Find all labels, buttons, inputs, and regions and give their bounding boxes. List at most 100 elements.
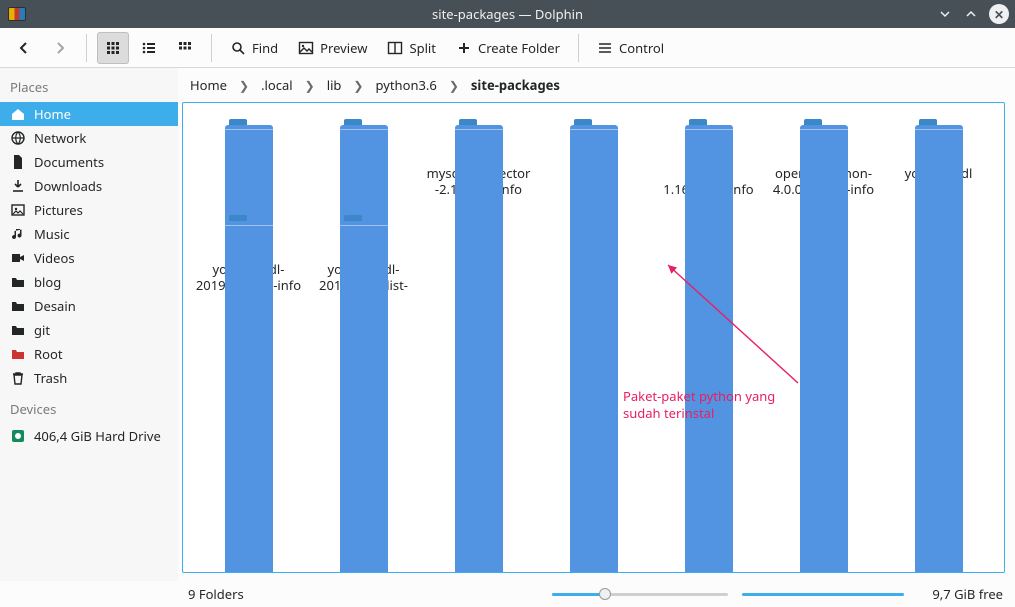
sidebar: Places Home Network Documents Downloads Pict…: [0, 68, 178, 581]
download-icon: [10, 178, 26, 194]
main-area: Home❯.local❯lib❯python3.6❯site-packages …: [178, 68, 1015, 581]
maximize-button[interactable]: [963, 6, 979, 22]
icons-view-button[interactable]: [97, 32, 129, 64]
sidebar-item-trash[interactable]: Trash: [0, 366, 178, 390]
folder-item[interactable]: opencv_python-4.0.0.21.dist-info: [766, 115, 881, 205]
sidebar-item-documents[interactable]: Documents: [0, 150, 178, 174]
home-icon: [10, 106, 26, 122]
video-icon: [10, 250, 26, 266]
chevron-right-icon: ❯: [305, 77, 315, 94]
folder-item[interactable]: cv2: [191, 115, 306, 205]
root-icon: [10, 346, 26, 362]
picture-icon: [10, 202, 26, 218]
split-icon: [387, 40, 403, 56]
sidebar-item-hdd[interactable]: 406,4 GiB Hard Drive: [0, 424, 178, 448]
disk-icon: [10, 428, 26, 444]
folder-item[interactable]: youtube_dl: [881, 115, 996, 205]
network-icon: [10, 130, 26, 146]
split-button[interactable]: Split: [379, 32, 444, 64]
chevron-right-icon: ❯: [239, 77, 249, 94]
folder-icon: [10, 274, 26, 290]
places-header: Places: [0, 74, 178, 102]
find-button[interactable]: Find: [222, 32, 286, 64]
sidebar-item-music[interactable]: Music: [0, 222, 178, 246]
breadcrumb: Home❯.local❯lib❯python3.6❯site-packages: [182, 68, 1005, 102]
file-pane[interactable]: cv2mysqlmysql_connector-2.1.6.dist-infon…: [182, 102, 1005, 573]
control-menu-button[interactable]: Control: [589, 32, 672, 64]
annotation-line1: Paket-paket python yang: [623, 388, 775, 405]
sidebar-item-label: Documents: [34, 153, 104, 171]
sidebar-item-desain[interactable]: Desain: [0, 294, 178, 318]
back-button[interactable]: [8, 32, 40, 64]
folder-icon: [225, 215, 273, 255]
trash-icon: [10, 370, 26, 386]
sidebar-item-label: Root: [34, 345, 63, 363]
sidebar-item-label: Desain: [34, 297, 76, 315]
breadcrumb-item[interactable]: site-packages: [469, 74, 562, 96]
titlebar: site-packages — Dolphin ✕: [0, 0, 1015, 28]
zoom-slider[interactable]: [552, 587, 728, 601]
preview-label: Preview: [320, 39, 367, 57]
folder-item[interactable]: numpy: [536, 115, 651, 205]
control-label: Control: [619, 39, 664, 57]
sidebar-item-root[interactable]: Root: [0, 342, 178, 366]
sidebar-item-label: Music: [34, 225, 70, 243]
close-button[interactable]: ✕: [989, 4, 1009, 24]
sidebar-item-downloads[interactable]: Downloads: [0, 174, 178, 198]
sidebar-item-pictures[interactable]: Pictures: [0, 198, 178, 222]
sidebar-item-label: Videos: [34, 249, 75, 267]
sidebar-item-blog[interactable]: blog: [0, 270, 178, 294]
split-label: Split: [409, 39, 436, 57]
folder-icon: [225, 119, 273, 159]
compact-view-button[interactable]: [133, 32, 165, 64]
preview-button[interactable]: Preview: [290, 32, 375, 64]
folder-item[interactable]: mysql_connector-2.1.6.dist-info: [421, 115, 536, 205]
sidebar-item-videos[interactable]: Videos: [0, 246, 178, 270]
doc-icon: [10, 154, 26, 170]
folder-item[interactable]: numpy-1.16.1.dist-info: [651, 115, 766, 205]
details-view-button[interactable]: [169, 32, 201, 64]
create-folder-button[interactable]: Create Folder: [448, 32, 568, 64]
folder-icon: [10, 298, 26, 314]
plus-icon: [456, 40, 472, 56]
folder-icon: [455, 119, 503, 159]
sidebar-item-label: Pictures: [34, 201, 83, 219]
breadcrumb-item[interactable]: lib: [325, 74, 344, 96]
folder-icon: [570, 119, 618, 159]
minimize-button[interactable]: [937, 6, 953, 22]
toolbar: Find Preview Split Create Folder Control: [0, 28, 1015, 68]
folder-icon: [685, 119, 733, 159]
forward-button[interactable]: [44, 32, 76, 64]
sidebar-item-label: Home: [34, 105, 71, 123]
breadcrumb-item[interactable]: Home: [188, 74, 229, 96]
breadcrumb-item[interactable]: .local: [259, 74, 295, 96]
music-icon: [10, 226, 26, 242]
sidebar-item-label: blog: [34, 273, 61, 291]
image-icon: [298, 40, 314, 56]
folder-icon: [915, 119, 963, 159]
sidebar-item-git[interactable]: git: [0, 318, 178, 342]
sidebar-item-label: Network: [34, 129, 86, 147]
devices-header: Devices: [0, 396, 178, 424]
annotation-line2: sudah terinstal: [623, 405, 775, 422]
folder-item[interactable]: youtube_dl-2019.2.8.dist-info: [191, 211, 306, 317]
folder-item[interactable]: youtube_dl-2019.4.17.dist-info: [306, 211, 421, 317]
sidebar-item-home[interactable]: Home: [0, 102, 178, 126]
search-icon: [230, 40, 246, 56]
sidebar-item-label: 406,4 GiB Hard Drive: [34, 427, 161, 445]
folder-icon: [800, 119, 848, 159]
sidebar-item-network[interactable]: Network: [0, 126, 178, 150]
annotation-text: Paket-paket python yang sudah terinstal: [623, 388, 775, 422]
window-title: site-packages — Dolphin: [0, 5, 1015, 23]
folder-item[interactable]: mysql: [306, 115, 421, 205]
free-space-label: 9,7 GiB free: [932, 585, 1003, 603]
folder-icon: [340, 119, 388, 159]
breadcrumb-item[interactable]: python3.6: [373, 74, 438, 96]
status-bar: 9 Folders 9,7 GiB free: [0, 581, 1015, 607]
folder-icon: [340, 215, 388, 255]
create-folder-label: Create Folder: [478, 39, 560, 57]
hamburger-icon: [597, 40, 613, 56]
disk-usage-bar: [742, 587, 918, 601]
folder-icon: [10, 322, 26, 338]
sidebar-item-label: Downloads: [34, 177, 102, 195]
